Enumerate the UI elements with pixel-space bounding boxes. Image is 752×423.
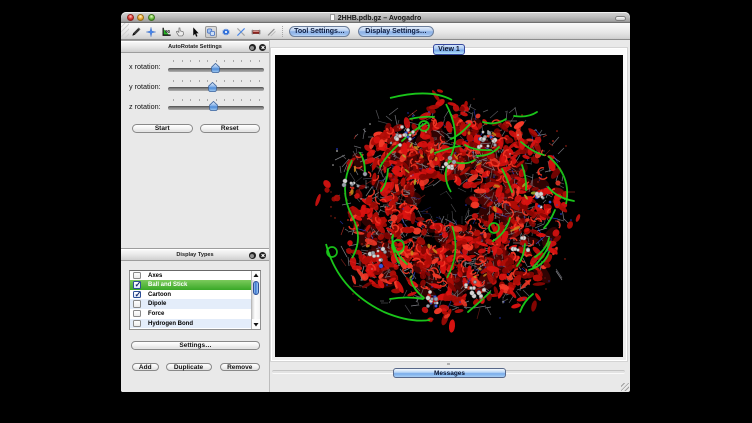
svg-text:90: 90 — [165, 29, 170, 34]
